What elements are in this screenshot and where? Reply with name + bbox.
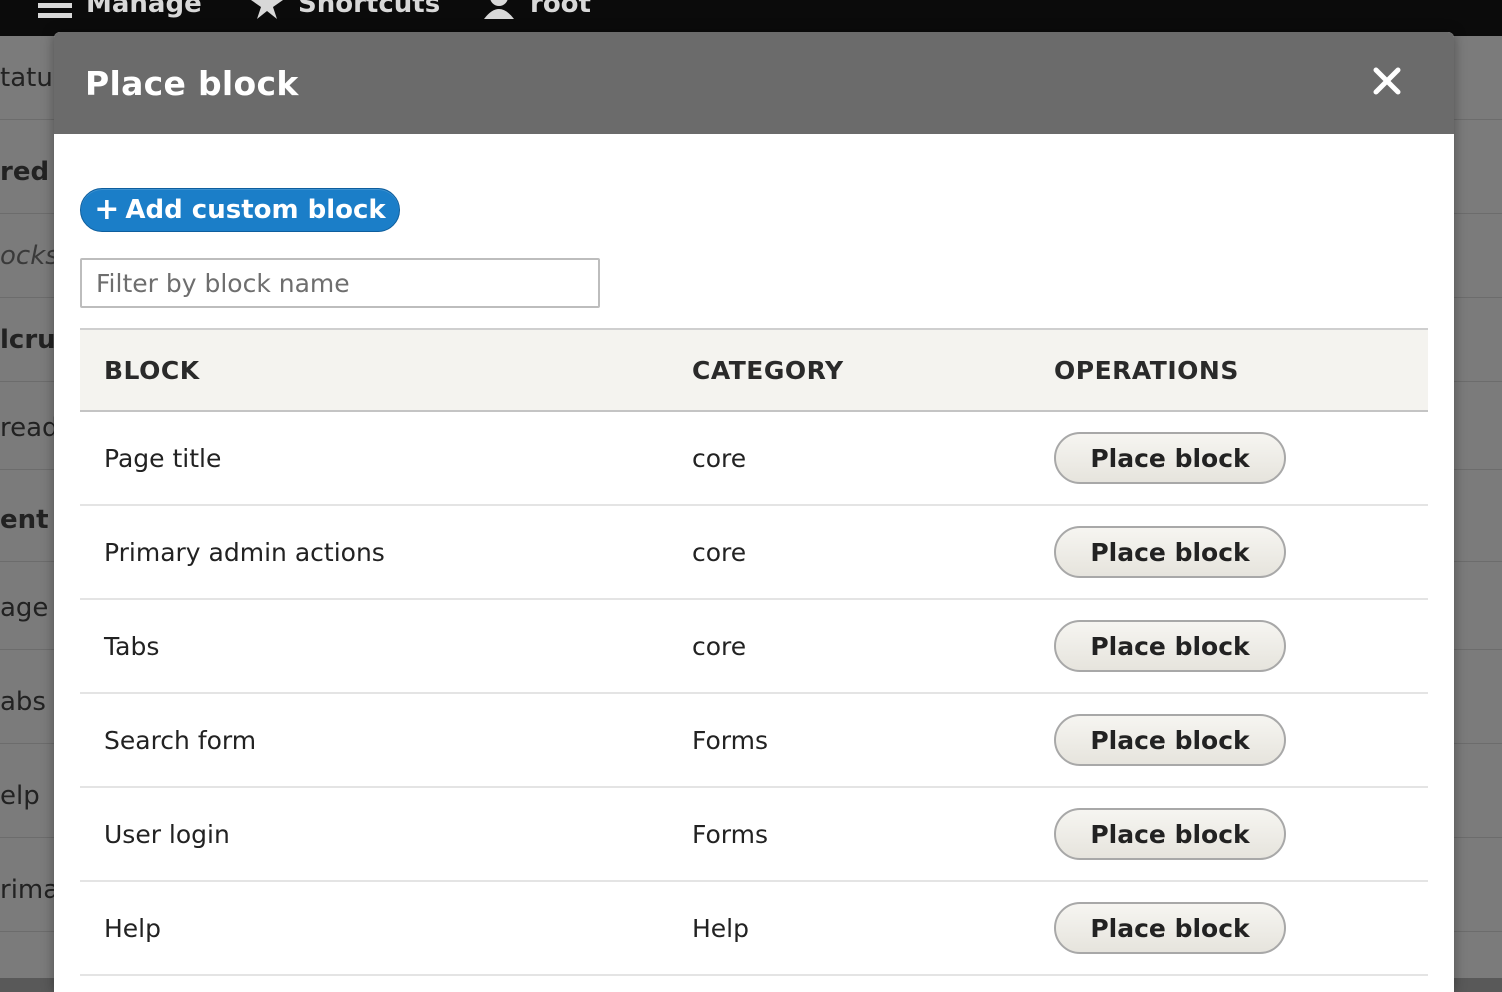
block-name: Search form <box>104 725 257 755</box>
blocks-table: BLOCK CATEGORY OPERATIONS Page title cor… <box>80 328 1428 976</box>
block-category: core <box>692 443 747 473</box>
table-row: Help Help Place block <box>80 881 1428 975</box>
block-category: Forms <box>692 819 769 849</box>
table-row: Primary admin actions core Place block <box>80 505 1428 599</box>
block-name: User login <box>104 819 230 849</box>
block-category: Forms <box>692 725 769 755</box>
add-custom-block-button[interactable]: + Add custom block <box>80 188 400 232</box>
block-name: Tabs <box>104 631 160 661</box>
add-custom-block-label: Add custom block <box>125 195 386 225</box>
block-category: core <box>692 631 747 661</box>
table-row: User login Forms Place block <box>80 787 1428 881</box>
place-block-button[interactable]: Place block <box>1054 432 1286 484</box>
place-block-button[interactable]: Place block <box>1054 620 1286 672</box>
place-block-button[interactable]: Place block <box>1054 902 1286 954</box>
table-row: Search form Forms Place block <box>80 693 1428 787</box>
dialog-header: Place block <box>54 32 1454 134</box>
user-icon <box>484 0 514 19</box>
admin-toolbar: Manage Shortcuts root <box>0 0 1502 36</box>
plus-icon: + <box>94 192 120 227</box>
place-block-button[interactable]: Place block <box>1054 526 1286 578</box>
dialog-title: Place block <box>85 63 299 103</box>
block-name: Help <box>104 913 161 943</box>
column-header-category: CATEGORY <box>692 355 844 385</box>
table-header-row: BLOCK CATEGORY OPERATIONS <box>80 329 1428 411</box>
toolbar-shortcuts-label: Shortcuts <box>298 0 441 19</box>
block-name: Page title <box>104 443 222 473</box>
block-category: core <box>692 537 747 567</box>
place-block-button[interactable]: Place block <box>1054 808 1286 860</box>
toolbar-user[interactable]: root <box>482 0 591 22</box>
toolbar-manage[interactable]: Manage <box>38 0 202 22</box>
filter-block-name-input[interactable] <box>80 258 600 308</box>
column-header-block: BLOCK <box>104 355 200 385</box>
block-name: Primary admin actions <box>104 537 385 567</box>
column-header-operations: OPERATIONS <box>1054 355 1239 385</box>
close-icon[interactable] <box>1370 64 1404 98</box>
toolbar-user-label: root <box>530 0 591 19</box>
place-block-button[interactable]: Place block <box>1054 714 1286 766</box>
toolbar-manage-label: Manage <box>86 0 202 19</box>
star-icon <box>251 0 283 19</box>
block-category: Help <box>692 913 749 943</box>
table-row: Page title core Place block <box>80 411 1428 505</box>
table-row: Tabs core Place block <box>80 599 1428 693</box>
place-block-dialog: Place block + Add custom block BLOCK CAT… <box>54 32 1454 992</box>
toolbar-shortcuts[interactable]: Shortcuts <box>250 0 440 22</box>
menu-icon <box>38 3 72 18</box>
